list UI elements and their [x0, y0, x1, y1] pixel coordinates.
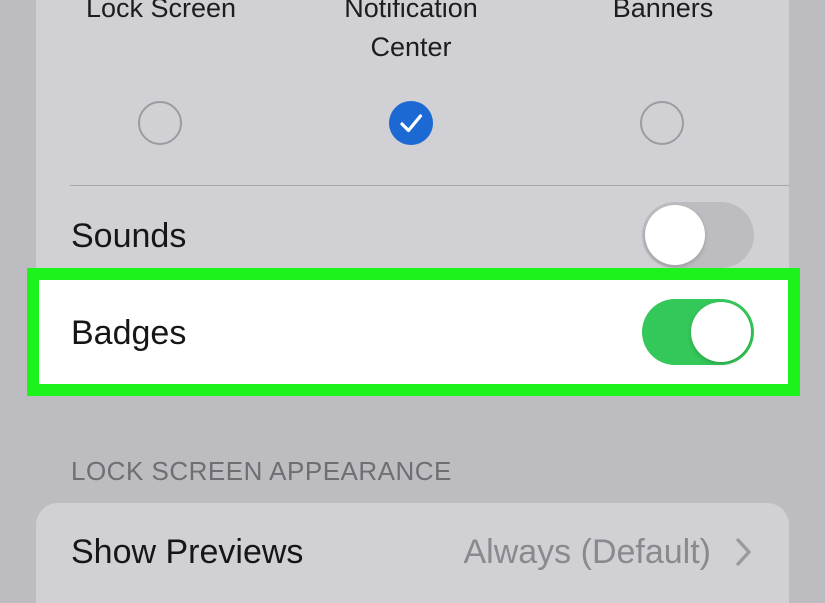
toggle-knob: [645, 205, 705, 265]
alert-label-lock-screen: Lock Screen: [85, 0, 237, 23]
toggle-knob: [691, 302, 751, 362]
checkmark-icon: [400, 114, 423, 133]
alert-label-banners: Banners: [612, 0, 714, 23]
badges-toggle[interactable]: [642, 299, 754, 365]
sounds-label: Sounds: [71, 217, 187, 255]
alert-label-center: Center: [370, 32, 452, 62]
divider: [70, 185, 789, 186]
section-header-lock-screen-appearance: LOCK SCREEN APPEARANCE: [71, 456, 452, 486]
radio-selected[interactable]: [389, 101, 433, 145]
show-previews-label: Show Previews: [71, 533, 304, 571]
chevron-right-icon: [736, 538, 751, 566]
show-previews-value: Always (Default): [463, 533, 711, 571]
alert-label-notification: Notification: [344, 0, 478, 23]
badges-label: Badges: [71, 314, 187, 352]
sounds-toggle[interactable]: [642, 202, 754, 268]
radio-empty-icon[interactable]: [640, 101, 684, 145]
radio-empty-icon[interactable]: [138, 101, 182, 145]
